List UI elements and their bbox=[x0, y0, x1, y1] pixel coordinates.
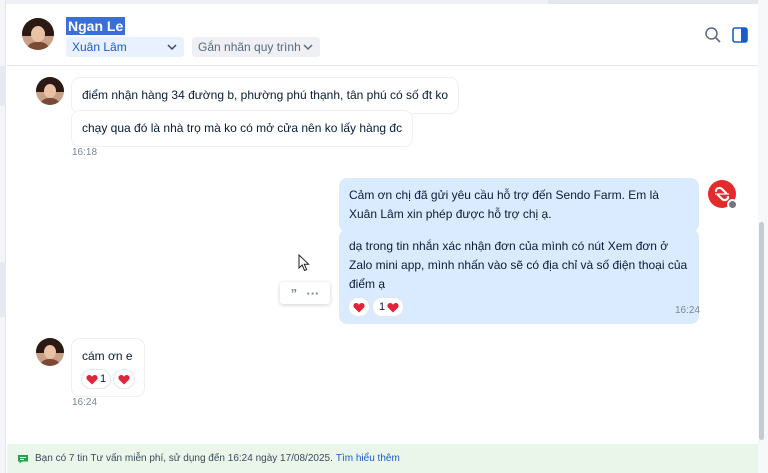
reaction-summary[interactable]: 1 bbox=[82, 370, 111, 388]
message-text: chạy qua đó là nhà trọ mà ko có mở cửa n… bbox=[82, 121, 403, 135]
message-hover-actions: ” ··· bbox=[280, 282, 330, 304]
contact-avatar[interactable] bbox=[22, 18, 54, 50]
conversation-list-edge bbox=[0, 0, 6, 473]
message-bubble[interactable]: chạy qua đó là nhà trọ mà ko có mở cửa n… bbox=[72, 111, 413, 146]
message-icon bbox=[18, 454, 28, 463]
message-bubble[interactable]: Cảm ơn chị đã gửi yêu cầu hỗ trợ đến Sen… bbox=[339, 178, 699, 232]
message-text: cám ơn e bbox=[82, 349, 133, 363]
learn-more-link[interactable]: Tìm hiểu thêm bbox=[336, 453, 400, 464]
sender-avatar[interactable] bbox=[36, 338, 64, 366]
assignee-label: Xuân Lâm bbox=[72, 40, 127, 54]
reaction-row: 1 bbox=[82, 370, 135, 388]
reaction-row: 1 bbox=[349, 298, 689, 316]
message-bubble[interactable]: điểm nhận hàng 34 đường b, phường phú th… bbox=[72, 78, 459, 113]
contact-name[interactable]: Ngan Le bbox=[66, 17, 126, 35]
sender-avatar[interactable] bbox=[36, 77, 64, 105]
heart-icon bbox=[118, 374, 130, 384]
heart-icon bbox=[387, 302, 399, 312]
message-text: dạ trong tin nhắn xác nhận đơn của mình … bbox=[349, 239, 688, 291]
reaction-count: 1 bbox=[100, 372, 107, 385]
quote-icon[interactable]: ” bbox=[291, 286, 298, 301]
message-bubble[interactable]: dạ trong tin nhắn xác nhận đơn của mình … bbox=[339, 229, 699, 324]
chat-scrollbar[interactable] bbox=[759, 222, 764, 440]
search-icon[interactable] bbox=[704, 26, 722, 44]
more-icon[interactable]: ··· bbox=[306, 286, 319, 301]
cursor-icon bbox=[298, 254, 310, 272]
reaction-summary[interactable]: 1 bbox=[373, 298, 404, 316]
chevron-down-icon bbox=[303, 44, 313, 51]
notice-text: Bạn có 7 tin Tư vấn miễn phí, sử dụng đế… bbox=[35, 453, 333, 464]
message-text: Cảm ơn chị đã gửi yêu cầu hỗ trợ đến Sen… bbox=[349, 188, 659, 221]
reaction-count: 1 bbox=[379, 300, 386, 313]
status-badge bbox=[727, 199, 738, 210]
tag-label: Gắn nhãn quy trình bbox=[198, 40, 301, 54]
chat-header: Ngan Le Xuân Lâm Gắn nhãn quy trình bbox=[7, 4, 758, 66]
heart-icon bbox=[86, 374, 98, 384]
assignee-dropdown[interactable]: Xuân Lâm bbox=[66, 37, 184, 57]
message-timestamp: 16:24 bbox=[72, 397, 98, 408]
chevron-down-icon bbox=[167, 44, 177, 51]
panel-toggle-icon[interactable] bbox=[731, 26, 749, 44]
heart-icon bbox=[353, 302, 365, 312]
add-reaction-button[interactable] bbox=[114, 370, 135, 388]
add-reaction-button[interactable] bbox=[349, 298, 369, 316]
message-text: điểm nhận hàng 34 đường b, phường phú th… bbox=[82, 88, 449, 102]
message-timestamp: 16:24 bbox=[675, 305, 701, 316]
staff-avatar[interactable] bbox=[708, 180, 738, 210]
tag-dropdown[interactable]: Gắn nhãn quy trình bbox=[192, 37, 320, 57]
message-timestamp: 16:18 bbox=[72, 147, 98, 158]
free-consult-notice: Bạn có 7 tin Tư vấn miễn phí, sử dụng đế… bbox=[7, 444, 758, 473]
message-bubble[interactable]: cám ơn e 1 bbox=[72, 339, 144, 396]
